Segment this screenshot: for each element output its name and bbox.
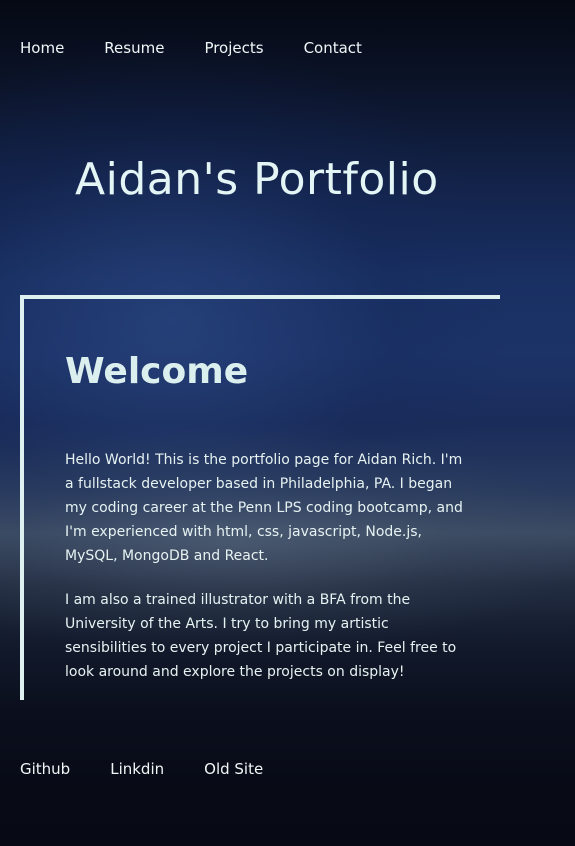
top-navigation: Home Resume Projects Contact [20,38,402,58]
nav-contact-link[interactable]: Contact [304,38,362,58]
github-link[interactable]: Github [20,759,70,779]
nav-resume-link[interactable]: Resume [104,38,164,58]
nav-projects-link[interactable]: Projects [204,38,263,58]
page-title: Aidan's Portfolio [75,154,439,205]
footer-links: Github Linkdin Old Site [20,759,303,779]
old-site-link[interactable]: Old Site [204,759,263,779]
linkedin-link[interactable]: Linkdin [110,759,164,779]
intro-paragraph: Hello World! This is the portfolio page … [65,452,463,564]
illustrator-paragraph: I am also a trained illustrator with a B… [65,592,457,680]
nav-home-link[interactable]: Home [20,38,64,58]
welcome-panel: Welcome Hello World! This is the portfol… [20,295,500,700]
welcome-heading: Welcome [65,351,249,392]
